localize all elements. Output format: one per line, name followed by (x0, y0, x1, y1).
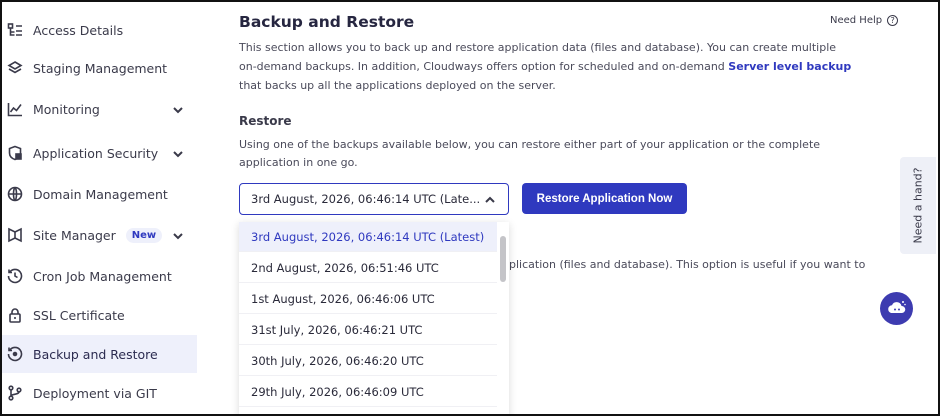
sidebar-item-ssl-certificate[interactable]: SSL Certificate (2, 296, 197, 334)
sidebar: Access Details Staging Management Monito… (2, 2, 198, 414)
backup-select[interactable]: 3rd August, 2026, 06:46:14 UTC (Late... (239, 183, 509, 215)
chevron-down-icon[interactable] (173, 103, 183, 114)
chevron-up-icon (485, 194, 495, 204)
layers-icon (6, 59, 24, 77)
sidebar-item-label: Access Details (33, 22, 124, 38)
dropdown-option[interactable]: 2nd August, 2026, 06:51:46 UTC (239, 253, 497, 283)
backup-select-value: 3rd August, 2026, 06:46:14 UTC (Late... (251, 192, 481, 206)
sidebar-item-label: Cron Job Management (33, 268, 172, 284)
sidebar-item-monitoring[interactable]: Monitoring (2, 90, 197, 128)
server-level-backup-link[interactable]: Server level backup (728, 60, 851, 73)
chevron-down-icon[interactable] (173, 229, 183, 240)
partial-description: plication (files and database). This opt… (509, 258, 866, 271)
sidebar-item-label: Domain Management (33, 186, 168, 202)
sidebar-item-label: Site Manager (33, 227, 116, 243)
sidebar-item-label: SSL Certificate (33, 307, 125, 323)
sidebar-item-label: Backup and Restore (33, 346, 158, 362)
dropdown-scrollbar[interactable] (500, 236, 506, 282)
dropdown-option[interactable]: 29th July, 2026, 06:46:09 UTC (239, 377, 497, 407)
need-a-hand-label: Need a hand? (911, 167, 925, 244)
sidebar-item-deployment-via-git[interactable]: Deployment via GIT (2, 374, 197, 412)
sidebar-item-staging-management[interactable]: Staging Management (2, 49, 197, 87)
dropdown-option[interactable]: 30th July, 2026, 06:46:20 UTC (239, 346, 497, 376)
sidebar-item-label: Monitoring (33, 101, 100, 117)
site-manager-icon (6, 226, 24, 244)
page-title: Backup and Restore (239, 13, 415, 31)
sidebar-item-label: Deployment via GIT (33, 385, 157, 401)
lock-icon (6, 306, 24, 324)
restore-description: Using one of the backups available below… (239, 138, 821, 169)
dropdown-option[interactable]: 1st August, 2026, 06:46:06 UTC (239, 284, 497, 314)
backup-dropdown-list: 3rd August, 2026, 06:46:14 UTC (Latest) … (239, 222, 509, 416)
sidebar-item-site-manager[interactable]: Site Manager New (2, 216, 197, 254)
access-details-icon (6, 21, 24, 39)
sidebar-item-backup-and-restore[interactable]: Backup and Restore (2, 335, 197, 373)
www-globe-icon (6, 185, 24, 203)
new-badge: New (125, 227, 163, 243)
restore-application-now-button[interactable]: Restore Application Now (522, 183, 687, 214)
need-a-hand-tab[interactable]: Need a hand? (900, 157, 936, 254)
restore-heading: Restore (239, 114, 292, 128)
sidebar-item-application-security[interactable]: Application Security (2, 134, 197, 172)
chat-bot-icon[interactable] (880, 292, 913, 325)
clock-history-icon (6, 267, 24, 285)
git-branch-icon (6, 384, 24, 402)
question-circle-icon: ? (887, 15, 899, 26)
chevron-down-icon[interactable] (173, 147, 183, 158)
dropdown-option[interactable]: 3rd August, 2026, 06:46:14 UTC (Latest) (239, 222, 497, 252)
intro-text-end: that backs up all the applications deplo… (239, 79, 556, 92)
sidebar-item-access-details[interactable]: Access Details (2, 11, 197, 49)
backup-restore-icon (6, 345, 24, 363)
sidebar-item-label: Application Security (33, 145, 159, 161)
sidebar-item-label: Staging Management (33, 60, 168, 76)
dropdown-option[interactable]: 31st July, 2026, 06:46:21 UTC (239, 315, 497, 345)
intro-description: This section allows you to back up and r… (239, 38, 857, 95)
shield-icon (6, 144, 24, 162)
chart-line-icon (6, 100, 24, 118)
sidebar-item-domain-management[interactable]: Domain Management (2, 175, 197, 213)
sidebar-item-cron-job-management[interactable]: Cron Job Management (2, 257, 197, 295)
need-help-link[interactable]: Need Help ? (830, 15, 899, 26)
need-help-label: Need Help (830, 15, 883, 26)
